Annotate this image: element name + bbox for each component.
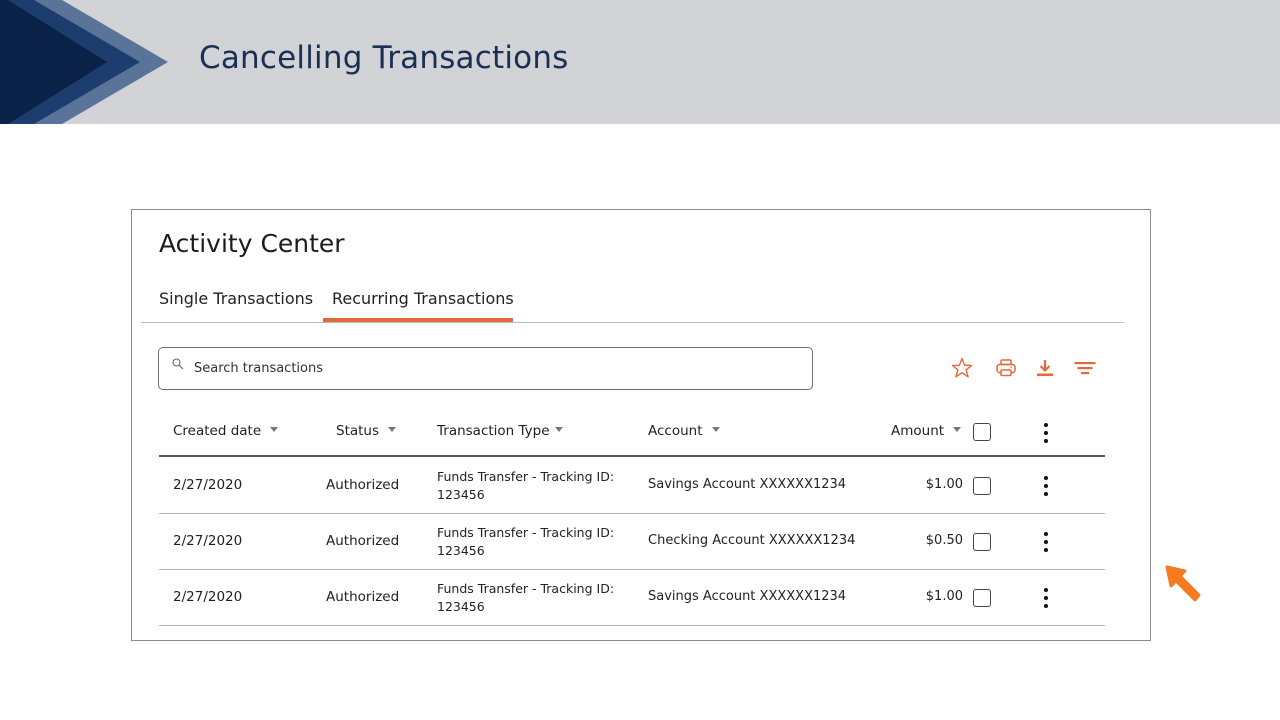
cell-account: Checking Account XXXXXX1234 — [648, 533, 856, 548]
cell-created-date: 2/27/2020 — [173, 477, 243, 493]
sort-caret-icon — [953, 426, 962, 432]
download-button[interactable] — [1033, 356, 1057, 380]
download-icon — [1037, 360, 1053, 377]
column-label: Amount — [891, 423, 945, 439]
print-button[interactable] — [994, 356, 1018, 380]
kebab-dot — [1044, 540, 1048, 544]
table-row[interactable]: 2/27/2020 Authorized Funds Transfer - Tr… — [159, 514, 1105, 570]
star-icon — [951, 357, 973, 378]
filter-button[interactable] — [1073, 356, 1097, 380]
tracking-id-text: 123456 — [437, 543, 485, 558]
kebab-dot — [1044, 588, 1048, 592]
slide-title: Cancelling Transactions — [199, 40, 569, 76]
column-label: Account — [648, 423, 703, 439]
sort-caret-icon — [270, 426, 279, 432]
column-header-account[interactable]: Account — [648, 423, 720, 439]
cell-amount: $1.00 — [925, 477, 963, 492]
cell-status: Authorized — [326, 589, 400, 605]
kebab-dot — [1044, 604, 1048, 608]
kebab-dot — [1044, 431, 1048, 435]
row-more-options-button[interactable] — [1041, 587, 1051, 609]
tab-single-transactions[interactable]: Single Transactions — [159, 289, 313, 308]
table-row[interactable]: 2/27/2020 Authorized Funds Transfer - Tr… — [159, 570, 1105, 626]
kebab-dot — [1044, 548, 1048, 552]
chevron-logo-icon — [0, 0, 168, 124]
cell-created-date: 2/27/2020 — [173, 533, 243, 549]
search-icon — [172, 358, 184, 370]
row-checkbox[interactable] — [973, 533, 991, 551]
column-header-amount[interactable]: Amount — [891, 423, 962, 439]
cell-amount: $0.50 — [925, 533, 963, 548]
kebab-dot — [1044, 423, 1048, 427]
cell-amount: $1.00 — [925, 589, 963, 604]
column-label: Status — [336, 423, 380, 439]
cell-status: Authorized — [326, 477, 400, 493]
cell-transaction-type: Funds Transfer - Tracking ID: 123456 — [437, 468, 627, 504]
search-input[interactable] — [194, 348, 794, 389]
cell-created-date: 2/27/2020 — [173, 589, 243, 605]
kebab-dot — [1044, 476, 1048, 480]
table-header-divider — [159, 455, 1105, 457]
transaction-type-text: Funds Transfer - Tracking ID: — [437, 469, 615, 484]
cell-account: Savings Account XXXXXX1234 — [648, 477, 847, 492]
cell-status: Authorized — [326, 533, 400, 549]
tracking-id-text: 123456 — [437, 599, 485, 614]
kebab-dot — [1044, 596, 1048, 600]
transaction-type-text: Funds Transfer - Tracking ID: — [437, 581, 615, 596]
row-checkbox[interactable] — [973, 477, 991, 495]
kebab-dot — [1044, 532, 1048, 536]
row-more-options-button[interactable] — [1041, 475, 1051, 497]
search-box[interactable] — [158, 347, 813, 390]
kebab-dot — [1044, 484, 1048, 488]
transaction-type-text: Funds Transfer - Tracking ID: — [437, 525, 615, 540]
row-more-options-button[interactable] — [1041, 531, 1051, 553]
printer-icon — [996, 359, 1016, 377]
column-header-status[interactable]: Status — [336, 423, 397, 439]
favorite-button[interactable] — [950, 356, 974, 380]
column-label: Created date — [173, 423, 262, 439]
kebab-dot — [1044, 492, 1048, 496]
cell-transaction-type: Funds Transfer - Tracking ID: 123456 — [437, 580, 627, 616]
page-title: Activity Center — [159, 229, 345, 258]
row-checkbox[interactable] — [973, 589, 991, 607]
tab-recurring-transactions[interactable]: Recurring Transactions — [332, 289, 514, 308]
tabs-divider — [141, 322, 1124, 323]
sort-caret-icon — [388, 426, 397, 432]
pointer-arrow-icon — [1165, 565, 1201, 602]
sort-caret-icon — [554, 426, 563, 432]
cell-account: Savings Account XXXXXX1234 — [648, 589, 847, 604]
tracking-id-text: 123456 — [437, 487, 485, 502]
more-options-header-button[interactable] — [1041, 422, 1051, 444]
active-tab-indicator — [323, 318, 513, 322]
cell-transaction-type: Funds Transfer - Tracking ID: 123456 — [437, 524, 627, 560]
column-header-created-date[interactable]: Created date — [173, 423, 279, 439]
filter-icon — [1074, 362, 1096, 375]
sort-caret-icon — [711, 426, 720, 432]
slide-banner: Cancelling Transactions — [0, 0, 1280, 124]
column-header-transaction-type[interactable]: Transaction Type — [437, 423, 563, 439]
table-row[interactable]: 2/27/2020 Authorized Funds Transfer - Tr… — [159, 458, 1105, 514]
column-label: Transaction Type — [437, 423, 550, 439]
kebab-dot — [1044, 439, 1048, 443]
select-all-checkbox[interactable] — [973, 423, 991, 441]
